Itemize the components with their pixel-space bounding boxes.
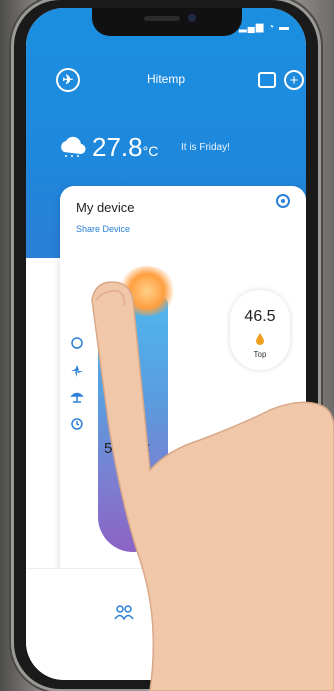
app-screen: ▂▄▆ ◔ ▬ ✈ Hitemp + 27.8°C It is Friday! … <box>26 8 306 680</box>
gauge: 46.5 Top <box>230 290 290 370</box>
temperature-value: 27.8 <box>92 132 143 162</box>
status-icons: ▂▄▆ ◔ ▬ <box>238 22 290 33</box>
gauge-value: 46.5 <box>244 308 276 325</box>
temperature-unit: °C <box>142 143 159 159</box>
phone-frame: ▂▄▆ ◔ ▬ ✈ Hitemp + 27.8°C It is Friday! … <box>14 0 318 689</box>
cloud-icon <box>61 136 86 157</box>
temperature: 27.8°C <box>92 132 158 163</box>
notch <box>92 8 242 36</box>
people-icon[interactable] <box>114 604 134 620</box>
power-button[interactable] <box>174 582 230 638</box>
weather-row: 27.8°C It is Friday! <box>56 130 306 170</box>
bag-icon[interactable] <box>258 72 276 88</box>
holiday-icon[interactable] <box>70 390 84 404</box>
mode-icon[interactable] <box>70 336 84 350</box>
app-header: ✈ Hitemp + <box>26 68 306 102</box>
timer-icon[interactable] <box>70 416 84 430</box>
fan-icon[interactable] <box>70 364 84 378</box>
bottom-bar <box>26 568 306 680</box>
add-icon[interactable]: + <box>284 70 304 90</box>
day-text: It is Friday! <box>181 142 230 153</box>
tank-glow <box>118 266 176 316</box>
camera <box>188 14 196 22</box>
drop-icon <box>256 333 264 345</box>
speaker <box>144 16 180 21</box>
gauge-label: Top <box>253 350 267 359</box>
pager: 1/1 <box>196 642 210 653</box>
share-device-link[interactable]: Share Device <box>76 224 130 234</box>
card-title: My device <box>76 200 135 215</box>
water-tank[interactable] <box>98 296 168 552</box>
tank-temperature: 55.0°C <box>104 440 151 457</box>
gear-icon[interactable] <box>274 192 292 210</box>
